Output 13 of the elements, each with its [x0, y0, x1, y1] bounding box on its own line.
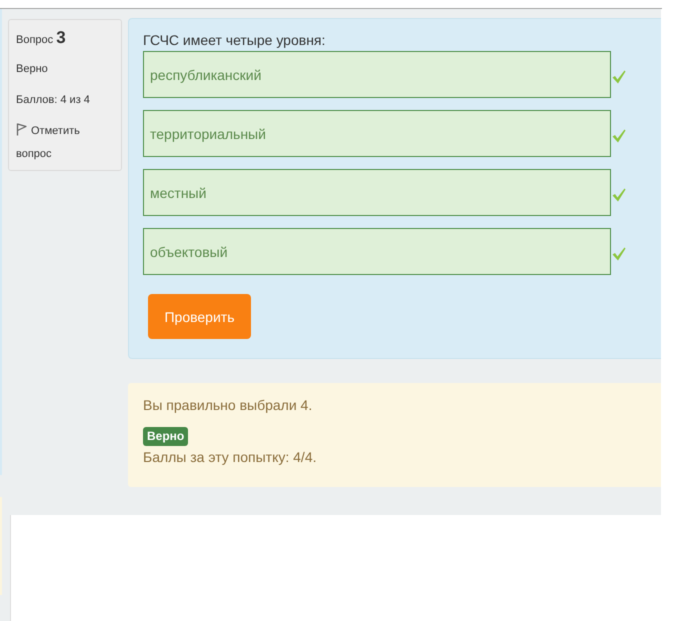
question-status: Верно: [16, 62, 49, 77]
question-number: Вопрос 3: [16, 27, 67, 49]
score-text: Баллы за эту попытку: 4/4.: [143, 448, 318, 467]
correct-badge: Верно: [143, 427, 188, 446]
answer-field[interactable]: местный: [143, 169, 611, 216]
feedback-message: Вы правильно выбрали 4.: [143, 396, 314, 415]
check-button[interactable]: Проверить: [148, 294, 251, 339]
answer-field[interactable]: объектовый: [143, 228, 611, 275]
answer-field[interactable]: территориальный: [143, 110, 611, 157]
answer-field[interactable]: республиканский: [143, 51, 611, 98]
question-grade: Баллов: 4 из 4: [16, 93, 91, 108]
question-text: ГСЧС имеет четыре уровня:: [143, 31, 326, 50]
flag-question-link[interactable]: Отметить вопрос: [16, 120, 115, 166]
